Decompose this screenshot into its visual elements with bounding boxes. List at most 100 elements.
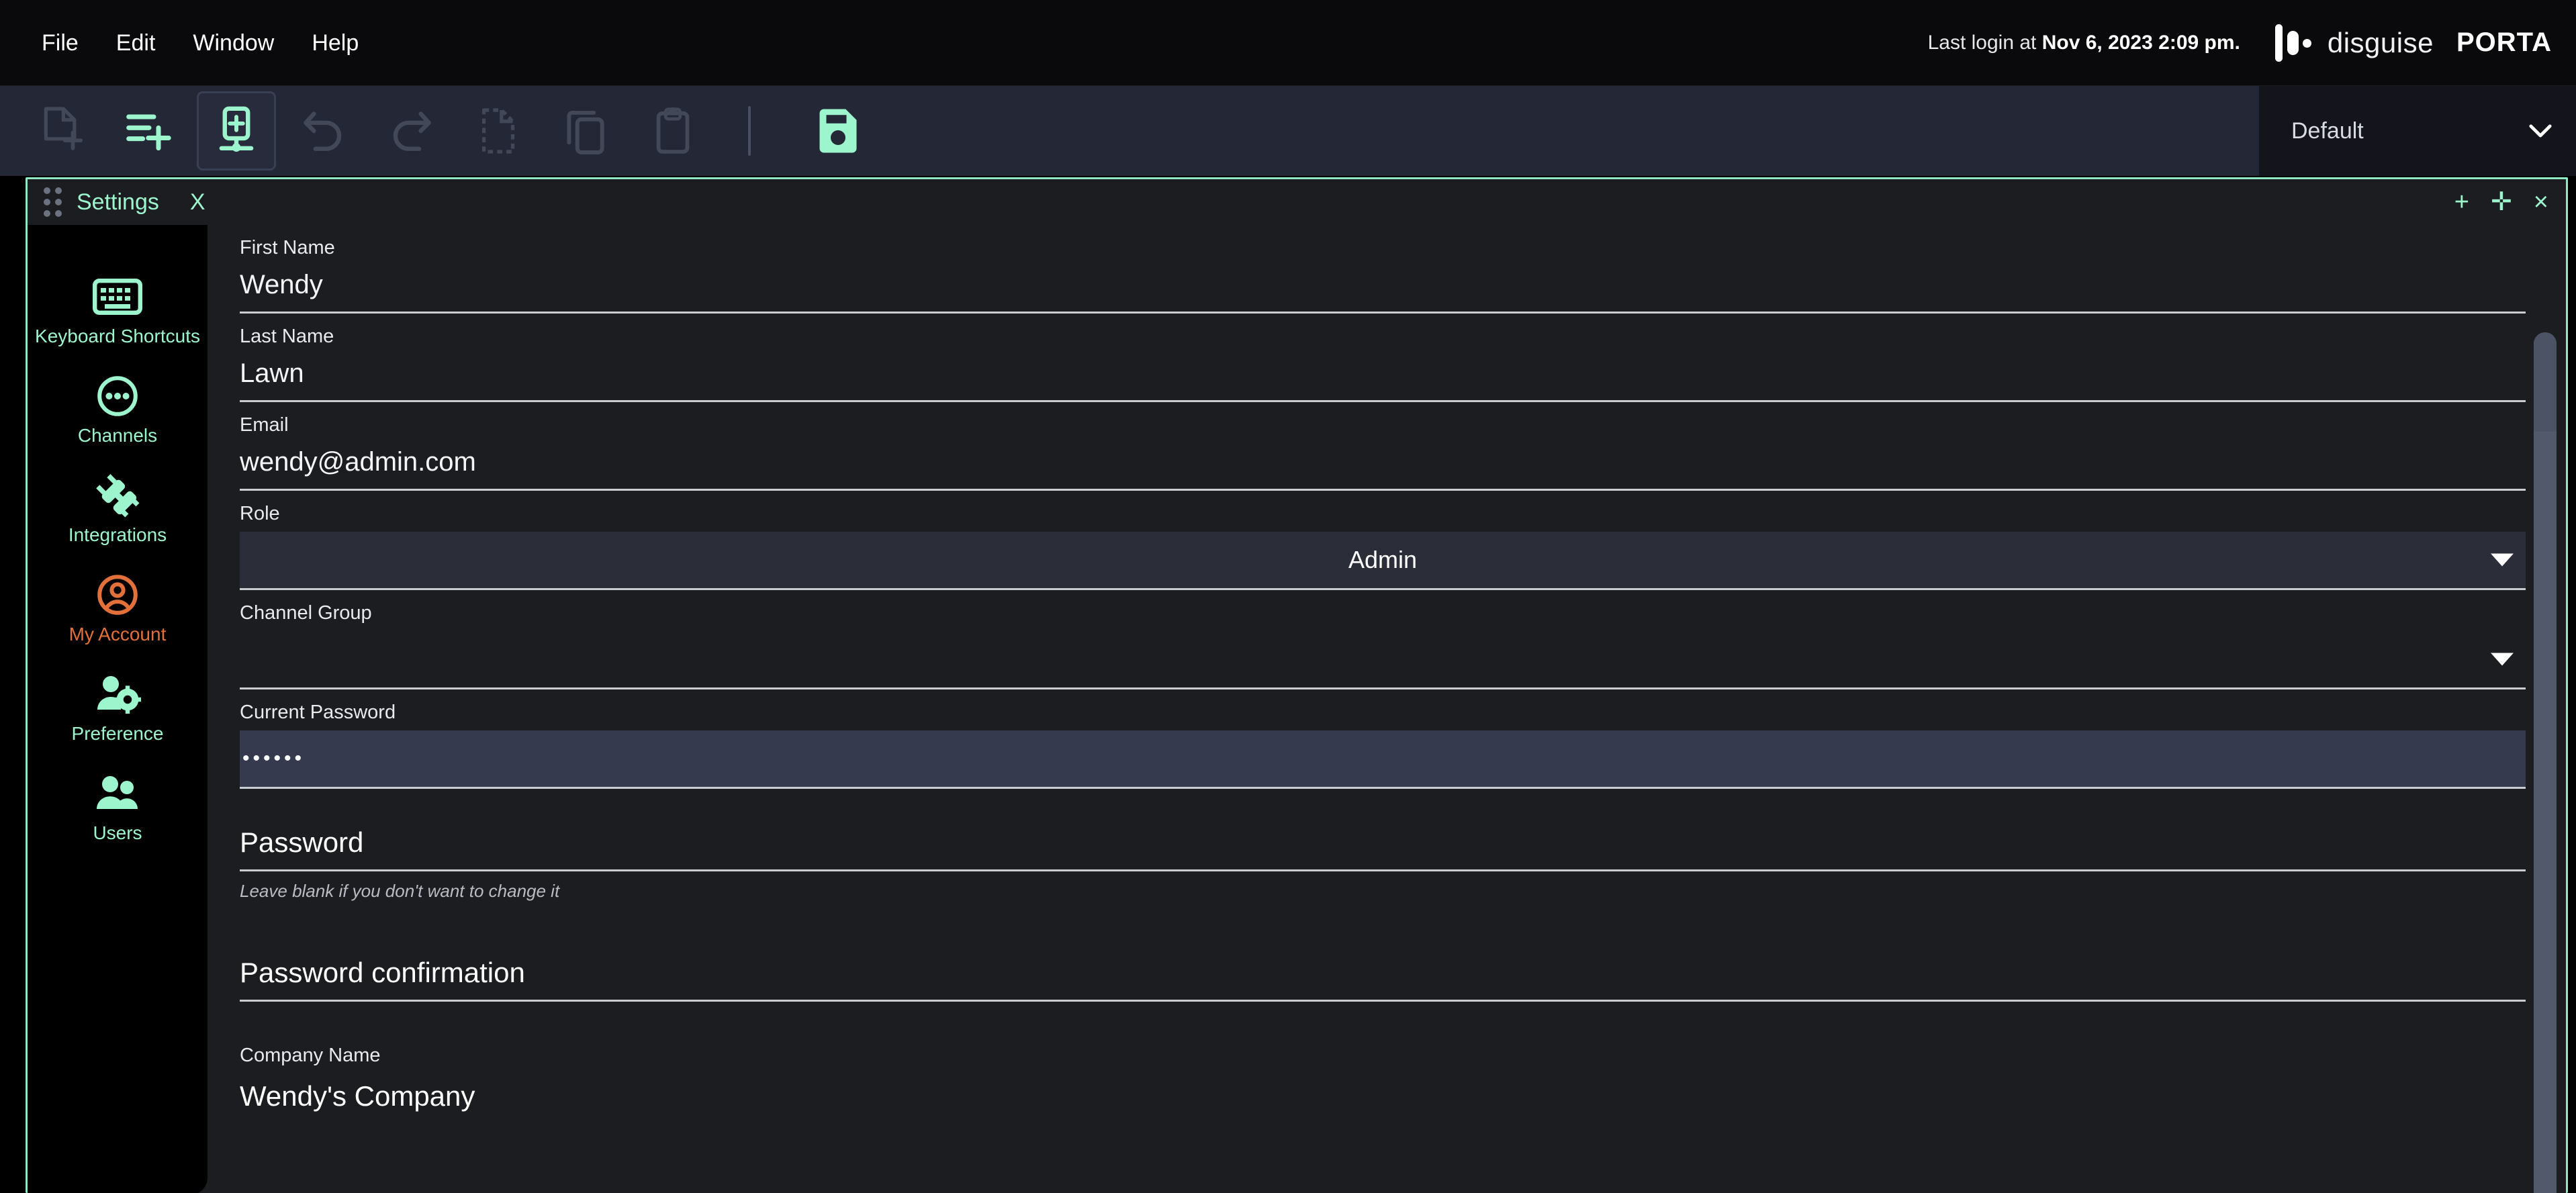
sidebar-item-integrations[interactable]: Integrations [28,461,208,561]
email-field: Email wendy@admin.com [240,402,2526,491]
sidebar-item-my-account[interactable]: My Account [28,561,208,660]
keyboard-icon [91,275,144,319]
sidebar-item-users[interactable]: Users [28,759,208,859]
add-list-button[interactable] [111,93,187,169]
sidebar-item-label: Users [93,822,142,844]
sidebar-item-label: My Account [69,624,167,645]
caret-down-icon [2491,653,2514,666]
new-file-icon [40,105,84,156]
redo-button[interactable] [373,93,449,169]
password-confirmation-field: Password confirmation [240,950,2526,1002]
settings-tab-label[interactable]: Settings [77,189,159,216]
current-password-label: Current Password [240,689,2526,730]
email-input[interactable]: wendy@admin.com [240,443,2526,489]
sidebar-item-label: Preference [72,723,164,745]
undo-button[interactable] [286,93,361,169]
channel-group-field: Channel Group [240,590,2526,689]
current-password-underline [240,787,2526,789]
users-icon [91,771,144,816]
role-select[interactable]: Admin [240,532,2526,588]
channel-group-select[interactable] [240,631,2526,687]
drag-handle-icon[interactable] [44,187,62,217]
last-name-input[interactable]: Lawn [240,354,2526,400]
settings-sidebar: Keyboard Shortcuts Channels [28,225,208,1193]
paste-button[interactable] [635,93,710,169]
add-screen-button[interactable] [199,93,274,169]
password-confirmation-input[interactable]: Password confirmation [240,950,2526,1000]
sidebar-item-keyboard-shortcuts[interactable]: Keyboard Shortcuts [28,263,208,362]
undo-icon [301,109,347,153]
paste-icon [652,106,694,156]
current-password-value: •••••• [242,747,305,770]
panel-window-controls: + ✛ × [2454,189,2566,215]
toolbar [0,86,2576,176]
settings-panel-titlebar: Settings X + ✛ × [28,179,2566,225]
toolbar-divider [748,106,751,156]
first-name-input[interactable]: Wendy [240,266,2526,312]
first-name-label: First Name [240,225,2526,266]
panel-move-icon[interactable]: ✛ [2491,189,2512,215]
menu-item-file[interactable]: File [23,21,97,65]
settings-panel: Settings X + ✛ × [26,177,2568,1193]
settings-tab-close-button[interactable]: X [190,189,205,216]
integrations-icon [91,473,144,518]
copy-icon [564,106,607,156]
last-login-text: Last login at Nov 6, 2023 2:09 pm. [1928,32,2240,54]
menu-bar: File Edit Window Help Last login at Nov … [0,0,2576,86]
form-scrollbar-thumb[interactable] [2534,332,2557,1193]
cut-button[interactable] [461,93,536,169]
password-confirmation-underline [240,1000,2526,1002]
channel-group-label: Channel Group [240,590,2526,631]
first-name-field: First Name Wendy [240,225,2526,314]
sidebar-item-channels[interactable]: Channels [28,362,208,461]
disguise-logo-icon [2272,22,2314,64]
sidebar-item-label: Integrations [68,524,167,546]
sidebar-item-preference[interactable]: Preference [28,660,208,759]
redo-icon [388,109,434,153]
chevron-down-icon [2529,124,2552,138]
form-scrollbar-track[interactable] [2535,275,2562,1193]
menu-item-help[interactable]: Help [293,21,377,65]
brand-disguise-text: disguise [2328,27,2434,59]
add-list-icon [126,109,173,152]
settings-panel-body: Keyboard Shortcuts Channels [28,225,2566,1193]
profile-dropdown[interactable]: Default [2259,86,2576,176]
company-name-label: Company Name [240,1033,2526,1073]
form-scrollbar-thumb-cap [2534,332,2557,432]
password-field: Password Leave blank if you don't want t… [240,820,2526,902]
account-settings-form: First Name Wendy Last Name Lawn Email we… [208,225,2566,1193]
brand-logo: disguise PORTA [2272,22,2552,64]
company-name-field: Company Name Wendy's Company [240,1033,2526,1123]
channels-icon [91,374,144,418]
last-login-prefix: Last login at [1928,32,2042,54]
menu-item-edit[interactable]: Edit [97,21,175,65]
menu-bar-right: Last login at Nov 6, 2023 2:09 pm. disgu… [1928,22,2576,64]
current-password-field: Current Password •••••• [240,689,2526,789]
new-file-button[interactable] [24,93,99,169]
current-password-input[interactable]: •••••• [240,730,2526,787]
panel-close-icon[interactable]: × [2534,189,2548,215]
last-name-field: Last Name Lawn [240,314,2526,402]
role-select-value: Admin [1348,546,1417,574]
my-account-icon [91,573,144,617]
panel-add-icon[interactable]: + [2454,189,2469,215]
add-screen-icon [215,106,258,156]
company-name-input[interactable]: Wendy's Company [240,1073,2526,1123]
save-button[interactable] [800,93,876,169]
brand-porta-text: PORTA [2456,28,2552,58]
role-field: Role Admin [240,491,2526,590]
password-input[interactable]: Password [240,820,2526,869]
copy-button[interactable] [548,93,623,169]
menu-bar-items: File Edit Window Help [0,21,377,65]
sidebar-item-label: Channels [78,425,157,446]
password-hint: Leave blank if you don't want to change … [240,871,2526,902]
preference-icon [91,672,144,716]
profile-dropdown-value: Default [2291,118,2364,144]
menu-item-window[interactable]: Window [174,21,293,65]
last-name-label: Last Name [240,314,2526,354]
role-label: Role [240,491,2526,532]
sidebar-item-label: Keyboard Shortcuts [35,326,200,347]
cut-icon [477,106,519,156]
save-icon [815,107,862,154]
email-label: Email [240,402,2526,443]
